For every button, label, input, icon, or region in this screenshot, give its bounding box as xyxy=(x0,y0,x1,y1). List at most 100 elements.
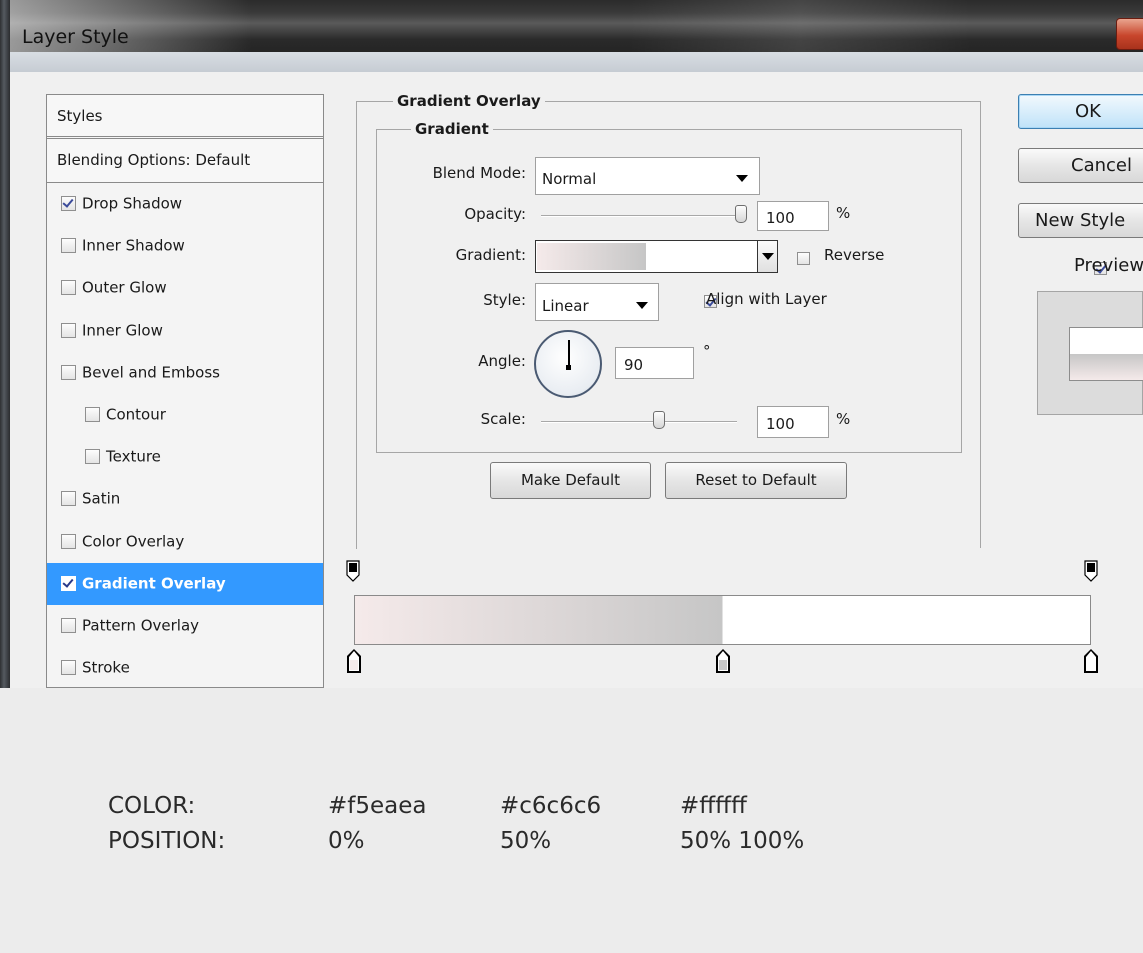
opacity-slider-track[interactable] xyxy=(541,215,741,217)
color-value-1: #f5eaea xyxy=(328,793,427,819)
style-item[interactable]: Contour xyxy=(47,394,323,436)
style-item-label: Gradient Overlay xyxy=(82,574,226,593)
make-default-button[interactable]: Make Default xyxy=(490,462,651,499)
gradient-group-title: Gradient xyxy=(411,120,493,138)
angle-input[interactable]: 90 xyxy=(615,347,694,379)
new-style-button[interactable]: New Style xyxy=(1018,203,1143,238)
style-item-checkbox[interactable] xyxy=(61,322,76,338)
ok-button[interactable]: OK xyxy=(1018,94,1143,129)
style-label: Style: xyxy=(483,291,526,309)
angle-dial-center xyxy=(566,365,571,370)
style-item-checkbox[interactable] xyxy=(61,364,76,380)
opacity-stop-right[interactable] xyxy=(1084,560,1098,582)
preview-swatch xyxy=(1069,327,1143,381)
angle-unit: ° xyxy=(703,342,711,360)
group-bottom-mask xyxy=(357,548,981,550)
position-value-1: 0% xyxy=(328,828,365,854)
style-item[interactable]: Satin xyxy=(47,478,323,520)
opacity-input[interactable]: 100 xyxy=(757,201,829,231)
color-stop[interactable] xyxy=(715,648,731,674)
position-value-3: 50% 100% xyxy=(680,828,805,854)
style-item-checkbox[interactable] xyxy=(61,533,76,549)
blend-mode-value: Normal xyxy=(542,170,597,188)
style-item-label: Contour xyxy=(106,405,166,424)
angle-value: 90 xyxy=(624,356,644,374)
window-frame-left xyxy=(0,0,10,688)
color-value-2: #c6c6c6 xyxy=(500,793,602,819)
window-title: Layer Style xyxy=(22,26,129,48)
style-item[interactable]: Outer Glow xyxy=(47,267,323,309)
gradient-label: Gradient: xyxy=(455,246,526,264)
style-item-checkbox[interactable] xyxy=(61,491,76,507)
style-item[interactable]: Inner Shadow xyxy=(47,225,323,267)
style-item[interactable]: Stroke xyxy=(47,647,323,689)
style-item[interactable]: Texture xyxy=(47,436,323,478)
color-stop-icon xyxy=(715,649,730,673)
title-bar-strip xyxy=(0,52,1143,72)
scale-slider-thumb[interactable] xyxy=(652,411,665,429)
reset-to-default-button[interactable]: Reset to Default xyxy=(665,462,847,499)
reverse-label: Reverse xyxy=(824,246,885,264)
angle-dial[interactable] xyxy=(534,330,602,398)
style-item-label: Inner Shadow xyxy=(82,236,185,255)
gradient-preview-swatch[interactable] xyxy=(537,243,755,270)
style-item-label: Drop Shadow xyxy=(82,194,183,213)
style-item-checkbox[interactable] xyxy=(61,618,76,633)
style-item-checkbox[interactable] xyxy=(61,196,76,211)
style-item[interactable]: Drop Shadow xyxy=(47,183,323,225)
scale-unit: % xyxy=(836,410,851,428)
blend-mode-select[interactable]: Normal xyxy=(535,157,760,195)
reverse-checkbox[interactable] xyxy=(797,252,810,265)
style-item[interactable]: Inner Glow xyxy=(47,310,323,352)
gradient-dropdown-button[interactable] xyxy=(757,241,777,272)
styles-list-header[interactable]: Styles xyxy=(47,95,323,139)
opacity-stop-icon xyxy=(346,560,360,582)
blend-mode-label: Blend Mode: xyxy=(432,164,526,182)
opacity-stop-icon xyxy=(1084,560,1098,582)
color-value-3: #ffffff xyxy=(680,793,747,819)
color-stop-icon xyxy=(1084,649,1098,673)
style-item[interactable]: Color Overlay xyxy=(47,521,323,563)
opacity-slider-thumb[interactable] xyxy=(735,205,747,223)
chevron-down-icon xyxy=(736,175,748,182)
style-item-checkbox[interactable] xyxy=(61,280,76,296)
style-item[interactable]: Gradient Overlay xyxy=(47,562,323,605)
style-value: Linear xyxy=(542,297,589,315)
cancel-button[interactable]: Cancel xyxy=(1018,148,1143,183)
scale-slider-track[interactable] xyxy=(541,421,737,423)
opacity-label: Opacity: xyxy=(464,205,526,223)
style-item-label: Stroke xyxy=(82,658,130,677)
style-item[interactable]: Pattern Overlay xyxy=(47,605,323,647)
angle-dial-needle xyxy=(568,340,570,367)
opacity-value: 100 xyxy=(766,209,795,227)
style-item-label: Inner Glow xyxy=(82,321,163,340)
style-item-label: Bevel and Emboss xyxy=(82,363,220,382)
style-item-checkbox[interactable] xyxy=(85,407,100,422)
styles-list: Styles Blending Options: Default Drop Sh… xyxy=(46,94,324,688)
style-item-checkbox[interactable] xyxy=(85,449,100,465)
gradient-overlay-title: Gradient Overlay xyxy=(393,92,545,110)
scale-label: Scale: xyxy=(480,410,526,428)
style-item-checkbox[interactable] xyxy=(61,660,76,676)
position-row-label: POSITION: xyxy=(108,828,226,854)
style-item[interactable]: Bevel and Emboss xyxy=(47,352,323,394)
opacity-stop-left[interactable] xyxy=(346,560,360,582)
preview-label: Preview xyxy=(1074,255,1143,276)
color-stop[interactable] xyxy=(1083,648,1099,674)
scale-value: 100 xyxy=(766,415,795,433)
chevron-down-icon xyxy=(636,302,648,309)
style-item-checkbox[interactable] xyxy=(61,238,76,254)
style-item-label: Pattern Overlay xyxy=(82,616,200,635)
close-button[interactable] xyxy=(1116,18,1143,50)
align-with-layer-label: Align with Layer xyxy=(706,290,827,308)
gradient-picker[interactable] xyxy=(535,240,778,273)
style-item-checkbox[interactable] xyxy=(61,575,76,591)
style-select[interactable]: Linear xyxy=(535,283,659,321)
style-item-label: Satin xyxy=(82,489,121,508)
color-stop-icon xyxy=(347,649,361,673)
blending-options-item[interactable]: Blending Options: Default xyxy=(47,139,323,183)
style-item-label: Color Overlay xyxy=(82,532,185,551)
color-stop[interactable] xyxy=(346,648,362,674)
gradient-editor-bar[interactable] xyxy=(354,595,1091,645)
scale-input[interactable]: 100 xyxy=(757,406,829,438)
